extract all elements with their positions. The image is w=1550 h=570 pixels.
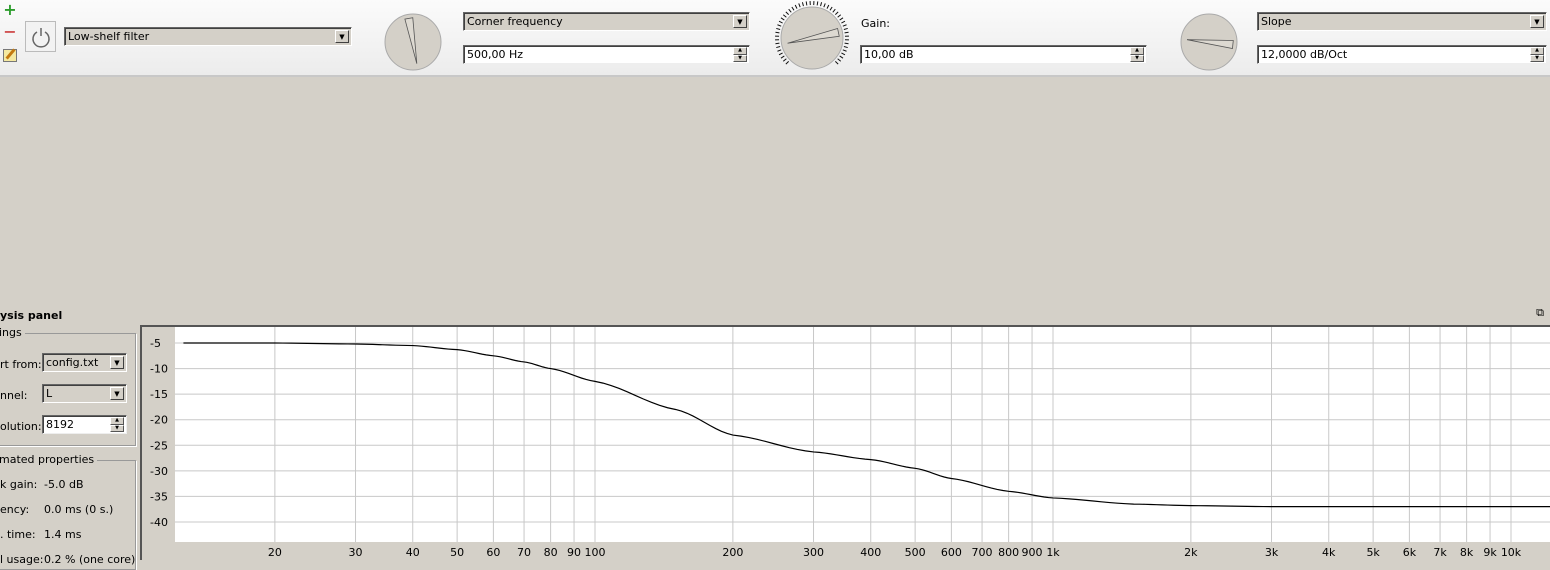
parameter-select[interactable]: Corner frequency ▼ (463, 12, 750, 31)
power-icon (30, 26, 52, 48)
property-value: 0.0 ms (0 s.) (44, 503, 113, 516)
gain-knob[interactable] (772, 0, 852, 78)
y-tick-label: -40 (150, 516, 168, 529)
x-tick-label: 60 (486, 546, 500, 559)
x-tick-label: 30 (349, 546, 363, 559)
gain-label: Gain: (861, 17, 890, 30)
channel-label: nnel: (0, 389, 27, 402)
spin-down-button[interactable]: ▼ (733, 55, 747, 63)
chevron-down-icon[interactable]: ▼ (110, 387, 124, 400)
x-tick-label: 40 (406, 546, 420, 559)
x-tick-label: 300 (803, 546, 824, 559)
channel-select[interactable]: L▼ (42, 384, 127, 403)
spin-up-button[interactable]: ▲ (110, 417, 124, 425)
x-tick-label: 400 (860, 546, 881, 559)
slope-input-value: 12,0000 dB/Oct (1261, 48, 1347, 61)
x-tick-label: 20 (268, 546, 282, 559)
x-tick-label: 7k (1433, 546, 1447, 559)
resolution-label: olution: (0, 420, 42, 433)
filter-type-select[interactable]: Low-shelf filter ▼ (64, 27, 352, 46)
y-tick-label: -5 (150, 337, 161, 350)
remove-filter-button[interactable]: − (3, 25, 17, 39)
restore-window-icon[interactable]: ⧉ (1536, 306, 1544, 320)
resolution-input[interactable]: 8192 ▲▼ (42, 415, 127, 434)
parameter-select-value: Corner frequency (467, 15, 563, 28)
channel-select-value: L (46, 387, 52, 400)
plot-area (175, 327, 1550, 542)
settings-group-title: ings (0, 326, 25, 339)
y-tick-label: -15 (150, 388, 168, 401)
x-tick-label: 2k (1184, 546, 1198, 559)
x-tick-label: 500 (905, 546, 926, 559)
x-tick-label: 6k (1403, 546, 1417, 559)
property-label: ency: (0, 503, 29, 516)
edit-icon[interactable] (3, 49, 17, 62)
filter-type-select-value: Low-shelf filter (68, 30, 149, 43)
chevron-down-icon[interactable]: ▼ (335, 30, 349, 43)
analysis-panel-header: ysis panel ⧉ (0, 300, 1550, 325)
x-tick-label: 10k (1501, 546, 1522, 559)
x-tick-label: 90 (567, 546, 581, 559)
import-label: rt from: (0, 358, 42, 371)
y-tick-label: -35 (150, 490, 168, 503)
slope-knob[interactable] (1172, 5, 1246, 79)
y-tick-label: -10 (150, 363, 168, 376)
x-tick-label: 3k (1265, 546, 1279, 559)
property-label: k gain: (0, 478, 37, 491)
add-filter-button[interactable]: + (3, 3, 17, 17)
x-tick-label: 800 (998, 546, 1019, 559)
filter-row: + − Low-shelf filter▼ Corner frequency▼ … (0, 0, 1550, 77)
x-tick-label: 5k (1366, 546, 1380, 559)
slope-input[interactable]: 12,0000 dB/Oct ▲▼ (1257, 45, 1547, 64)
y-tick-label: -25 (150, 439, 168, 452)
power-toggle-button[interactable] (25, 21, 56, 52)
property-value: -5.0 dB (44, 478, 84, 491)
x-tick-label: 9k (1483, 546, 1497, 559)
property-label: . time: (0, 528, 36, 541)
frequency-knob[interactable] (376, 5, 450, 79)
x-tick-label: 4k (1322, 546, 1336, 559)
gain-input-value: 10,00 dB (864, 48, 914, 61)
spin-down-button[interactable]: ▼ (110, 425, 124, 433)
x-tick-label: 70 (517, 546, 531, 559)
x-tick-label: 700 (972, 546, 993, 559)
x-tick-label: 1k (1046, 546, 1060, 559)
y-tick-label: -20 (150, 414, 168, 427)
parameter-select-value: Slope (1261, 15, 1292, 28)
x-tick-label: 600 (941, 546, 962, 559)
parameter-select[interactable]: Slope ▼ (1257, 12, 1547, 31)
import-select[interactable]: config.txt ▼ (42, 353, 127, 372)
estimated-properties-title: mated properties (0, 453, 97, 466)
analysis-panel-title: ysis panel (0, 309, 62, 322)
x-tick-label: 200 (722, 546, 743, 559)
spin-up-button[interactable]: ▲ (1530, 47, 1544, 55)
frequency-response-plot: -5 -10 -15 -20 -25 -30 -35 -40 20 30 40 50 60 70 80 90 1… (140, 325, 1550, 560)
x-tick-label: 8k (1460, 546, 1474, 559)
spin-up-button[interactable]: ▲ (733, 47, 747, 55)
chevron-down-icon[interactable]: ▼ (733, 15, 747, 28)
spin-down-button[interactable]: ▼ (1530, 55, 1544, 63)
y-tick-label: -30 (150, 465, 168, 478)
x-tick-label: 900 (1022, 546, 1043, 559)
gain-input[interactable]: 10,00 dB ▲▼ (860, 45, 1147, 64)
spin-up-button[interactable]: ▲ (1130, 47, 1144, 55)
import-select-value: config.txt (46, 356, 98, 369)
resolution-input-value: 8192 (46, 418, 74, 431)
x-tick-label: 50 (450, 546, 464, 559)
frequency-input[interactable]: 500,00 Hz ▲▼ (463, 45, 750, 64)
frequency-input-value: 500,00 Hz (467, 48, 523, 61)
x-tick-label: 80 (544, 546, 558, 559)
chevron-down-icon[interactable]: ▼ (1530, 15, 1544, 28)
spin-down-button[interactable]: ▼ (1130, 55, 1144, 63)
property-value: 1.4 ms (44, 528, 81, 541)
chevron-down-icon[interactable]: ▼ (110, 356, 124, 369)
x-tick-label: 100 (585, 546, 606, 559)
